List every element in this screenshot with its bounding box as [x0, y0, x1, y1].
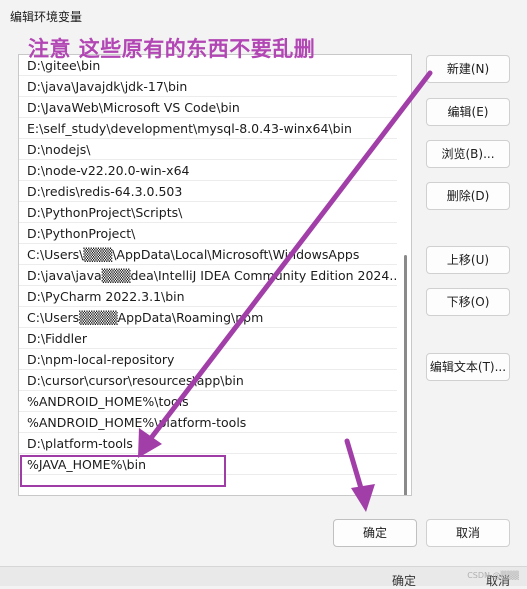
- annotation-arrowhead-short: [351, 484, 375, 512]
- annotation-arrow-long: [145, 70, 433, 445]
- annotation-arrows: [138, 70, 433, 512]
